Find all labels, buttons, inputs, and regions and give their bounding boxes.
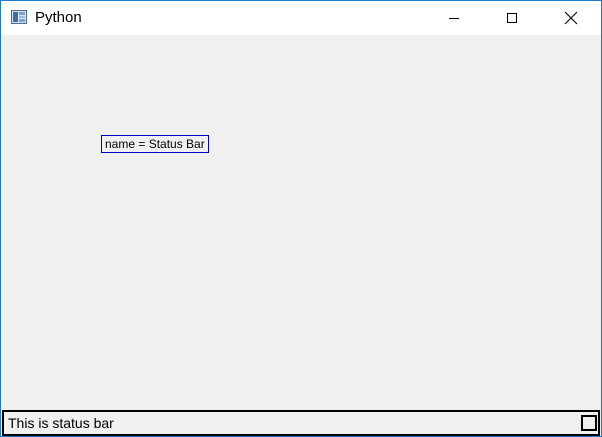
minimize-icon [448, 12, 460, 24]
python-app-icon [11, 10, 27, 24]
client-area: name = Status Bar [1, 35, 601, 410]
status-bar-message: This is status bar [8, 415, 114, 431]
window-title: Python [35, 9, 82, 26]
app-window: Python name = Status Bar This is status … [0, 0, 602, 437]
close-icon [564, 11, 578, 25]
maximize-icon [506, 12, 518, 24]
minimize-button[interactable] [425, 1, 483, 35]
close-button[interactable] [542, 1, 600, 35]
size-grip-icon[interactable] [581, 415, 597, 431]
status-bar: This is status bar [2, 410, 600, 436]
name-label: name = Status Bar [101, 135, 209, 153]
maximize-button[interactable] [483, 1, 541, 35]
title-bar[interactable]: Python [1, 1, 601, 35]
